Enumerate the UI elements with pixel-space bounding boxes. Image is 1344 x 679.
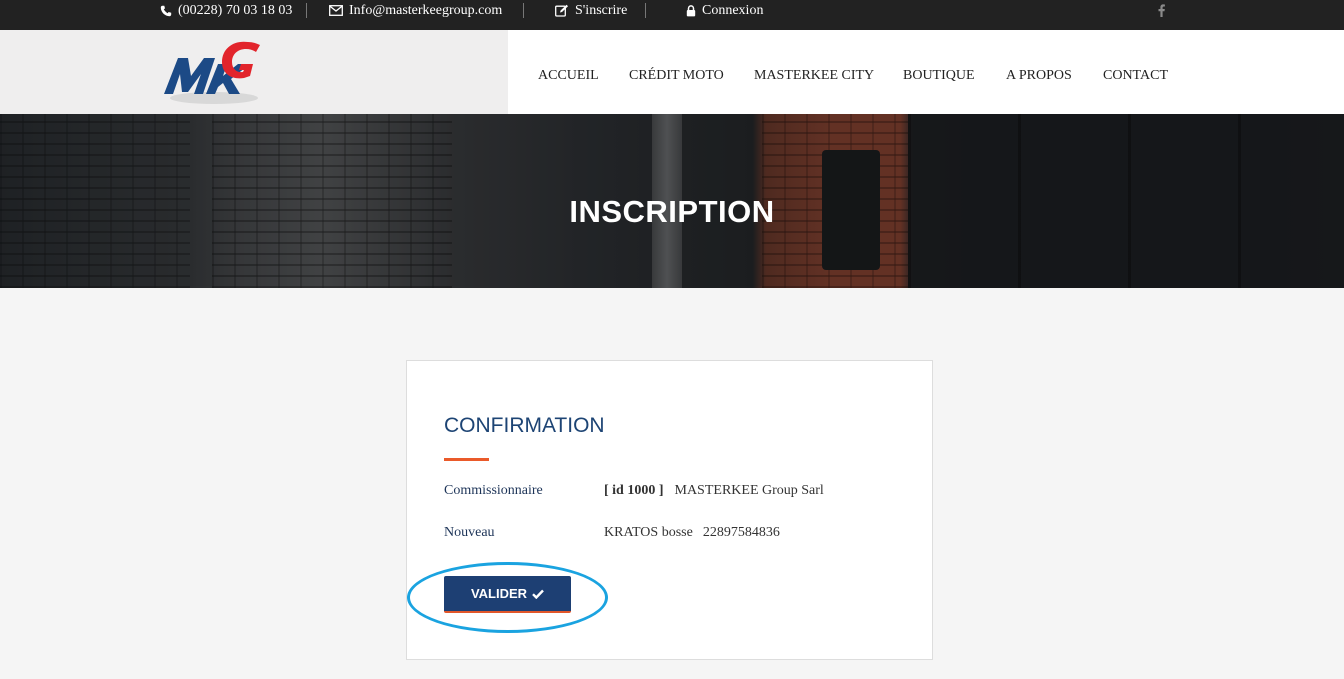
highlight-ring — [407, 562, 608, 633]
phone-number: (00228) 70 03 18 03 — [178, 3, 293, 18]
register-link[interactable]: S'inscrire — [555, 0, 627, 21]
envelope-icon — [329, 5, 343, 16]
divider — [645, 3, 646, 18]
nav-boutique[interactable]: BOUTIQUE — [903, 68, 975, 84]
phone-icon — [160, 5, 172, 16]
nav-masterkee-city[interactable]: MASTERKEE CITY — [754, 68, 874, 84]
commissionnaire-name: MASTERKEE Group Sarl — [674, 483, 824, 498]
nouveau-name: KRATOS bosse — [604, 525, 693, 540]
commissionnaire-label: Commissionnaire — [444, 483, 543, 498]
divider — [523, 3, 524, 18]
mkg-logo[interactable] — [160, 36, 272, 110]
nouveau-label: Nouveau — [444, 525, 495, 540]
page-title: INSCRIPTION — [569, 194, 775, 229]
login-label: Connexion — [702, 3, 764, 18]
edit-icon — [555, 4, 568, 17]
title-underline — [444, 458, 489, 461]
divider — [306, 3, 307, 18]
nouveau-phone: 22897584836 — [702, 525, 780, 540]
facebook-icon — [1158, 4, 1165, 17]
nav-contact[interactable]: CONTACT — [1103, 68, 1168, 84]
email-address: Info@masterkeegroup.com — [349, 3, 503, 18]
nav-a-propos[interactable]: A PROPOS — [1006, 68, 1072, 84]
register-label: S'inscrire — [575, 3, 628, 18]
top-bar: (00228) 70 03 18 03 Info@masterkeegroup.… — [0, 0, 1344, 30]
site-header: ACCUEIL CRÉDIT MOTO MASTERKEE CITY BOUTI… — [0, 30, 1344, 114]
commissionnaire-id: [ id 1000 ] — [604, 483, 664, 498]
logo-area — [0, 30, 508, 114]
email-contact[interactable]: Info@masterkeegroup.com — [329, 0, 502, 21]
nav-credit-moto[interactable]: CRÉDIT MOTO — [629, 68, 724, 84]
card-title: CONFIRMATION — [444, 414, 605, 437]
commissionnaire-value: [ id 1000 ] MASTERKEE Group Sarl — [604, 483, 824, 499]
nouveau-value: KRATOS bosse 22897584836 — [604, 525, 780, 541]
lock-icon — [686, 4, 696, 16]
page-banner: INSCRIPTION — [0, 114, 1344, 288]
login-link[interactable]: Connexion — [686, 0, 763, 21]
phone-contact[interactable]: (00228) 70 03 18 03 — [160, 0, 292, 21]
facebook-link[interactable] — [1158, 0, 1165, 21]
nav-accueil[interactable]: ACCUEIL — [538, 68, 599, 84]
